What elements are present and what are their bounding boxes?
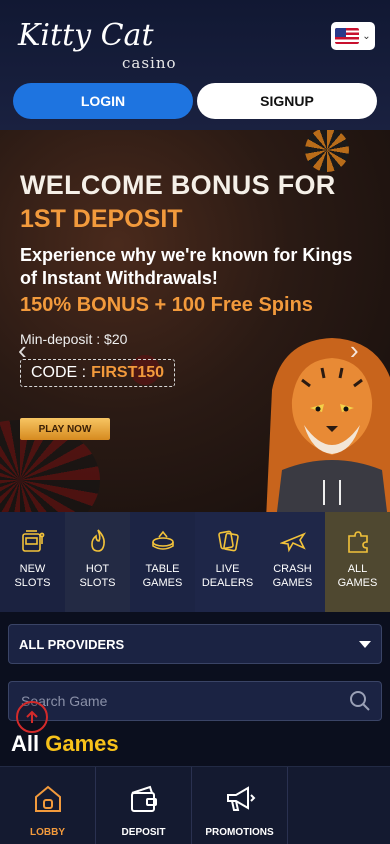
category-label: LIVE: [215, 563, 240, 575]
section-title-highlight: Games: [45, 731, 119, 756]
category-bar: NEW SLOTS HOT SLOTS TABLE GAMES LIVE DEA…: [0, 512, 390, 612]
category-hot-slots[interactable]: HOT SLOTS: [65, 512, 130, 612]
megaphone-icon: [226, 786, 255, 811]
logo-sub-text: casino: [122, 54, 177, 72]
category-label: TABLE: [145, 563, 180, 575]
banner-bonus: 150% BONUS + 100 Free Spins: [20, 294, 313, 316]
category-label: SLOTS: [79, 577, 116, 589]
category-label: DEALERS: [201, 577, 254, 589]
us-flag-icon: [335, 28, 360, 44]
category-label: NEW: [19, 563, 46, 575]
play-now-button[interactable]: PLAY NOW: [20, 418, 110, 440]
nav-label: PROMOTIONS: [205, 827, 274, 838]
carousel-next-icon[interactable]: ›: [350, 335, 359, 366]
category-crash-games[interactable]: CRASH GAMES: [260, 512, 325, 612]
carousel-prev-icon[interactable]: ‹: [18, 335, 27, 366]
header: Kitty Cat casino ⌄ LOGIN SIGNUP: [0, 0, 390, 130]
section-title: All Games: [11, 731, 119, 757]
table-games-icon: [151, 530, 174, 550]
category-label: SLOTS: [14, 577, 51, 589]
cards-icon: [217, 530, 239, 552]
home-icon: [34, 785, 61, 812]
slot-machine-icon: [21, 530, 44, 552]
promo-code-label: CODE :: [31, 364, 87, 381]
wallet-icon: [130, 785, 157, 812]
category-table-games[interactable]: TABLE GAMES: [130, 512, 195, 612]
airplane-icon: [279, 532, 306, 553]
arrow-up-icon: [26, 710, 38, 723]
search-input[interactable]: [9, 682, 339, 720]
casino-chip-image: [305, 130, 349, 172]
puzzle-icon: [347, 531, 368, 553]
flame-icon: [90, 529, 105, 552]
category-label: ALL: [347, 563, 368, 575]
logo[interactable]: Kitty Cat casino: [18, 12, 178, 72]
banner-subtitle: Experience why we're known for Kings of …: [20, 245, 353, 288]
banner-title: WELCOME BONUS FOR: [20, 170, 336, 200]
nav-deposit[interactable]: DEPOSIT: [96, 767, 192, 844]
caret-down-icon: [359, 640, 371, 648]
provider-select-value: ALL PROVIDERS: [19, 636, 125, 652]
scroll-to-top-button[interactable]: [16, 701, 48, 733]
nav-promotions[interactable]: PROMOTIONS: [192, 767, 288, 844]
bottom-nav: LOBBY DEPOSIT PROMOTIONS: [0, 766, 390, 844]
banner-min-deposit: Min-deposit : $20: [20, 331, 128, 347]
category-label: CRASH: [273, 563, 312, 575]
tiger-mascot-image: [266, 338, 390, 512]
provider-select[interactable]: ALL PROVIDERS: [8, 624, 382, 664]
signup-button[interactable]: SIGNUP: [197, 83, 377, 119]
nav-label: DEPOSIT: [121, 827, 166, 838]
search-box: [8, 681, 382, 721]
nav-label: LOBBY: [30, 827, 65, 838]
section-title-text: All: [11, 731, 40, 756]
category-all-games[interactable]: ALL GAMES: [325, 512, 390, 612]
chevron-down-icon: ⌄: [362, 30, 371, 42]
category-label: GAMES: [337, 577, 378, 589]
category-new-slots[interactable]: NEW SLOTS: [0, 512, 65, 612]
login-button[interactable]: LOGIN: [13, 83, 193, 119]
category-label: GAMES: [142, 577, 183, 589]
promo-code-box: CODE : FIRST150: [20, 359, 176, 387]
category-label: HOT: [85, 563, 110, 575]
category-label: GAMES: [272, 577, 313, 589]
banner-title-highlight: 1ST DEPOSIT: [20, 205, 183, 233]
language-selector[interactable]: ⌄: [331, 22, 375, 50]
nav-lobby[interactable]: LOBBY: [0, 767, 96, 844]
promo-banner[interactable]: WELCOME BONUS FOR 1ST DEPOSIT Experience…: [0, 130, 390, 512]
promo-code-value: FIRST150: [91, 364, 165, 381]
search-icon[interactable]: [349, 690, 371, 712]
logo-text: Kitty Cat: [18, 18, 154, 53]
category-live-dealers[interactable]: LIVE DEALERS: [195, 512, 260, 612]
